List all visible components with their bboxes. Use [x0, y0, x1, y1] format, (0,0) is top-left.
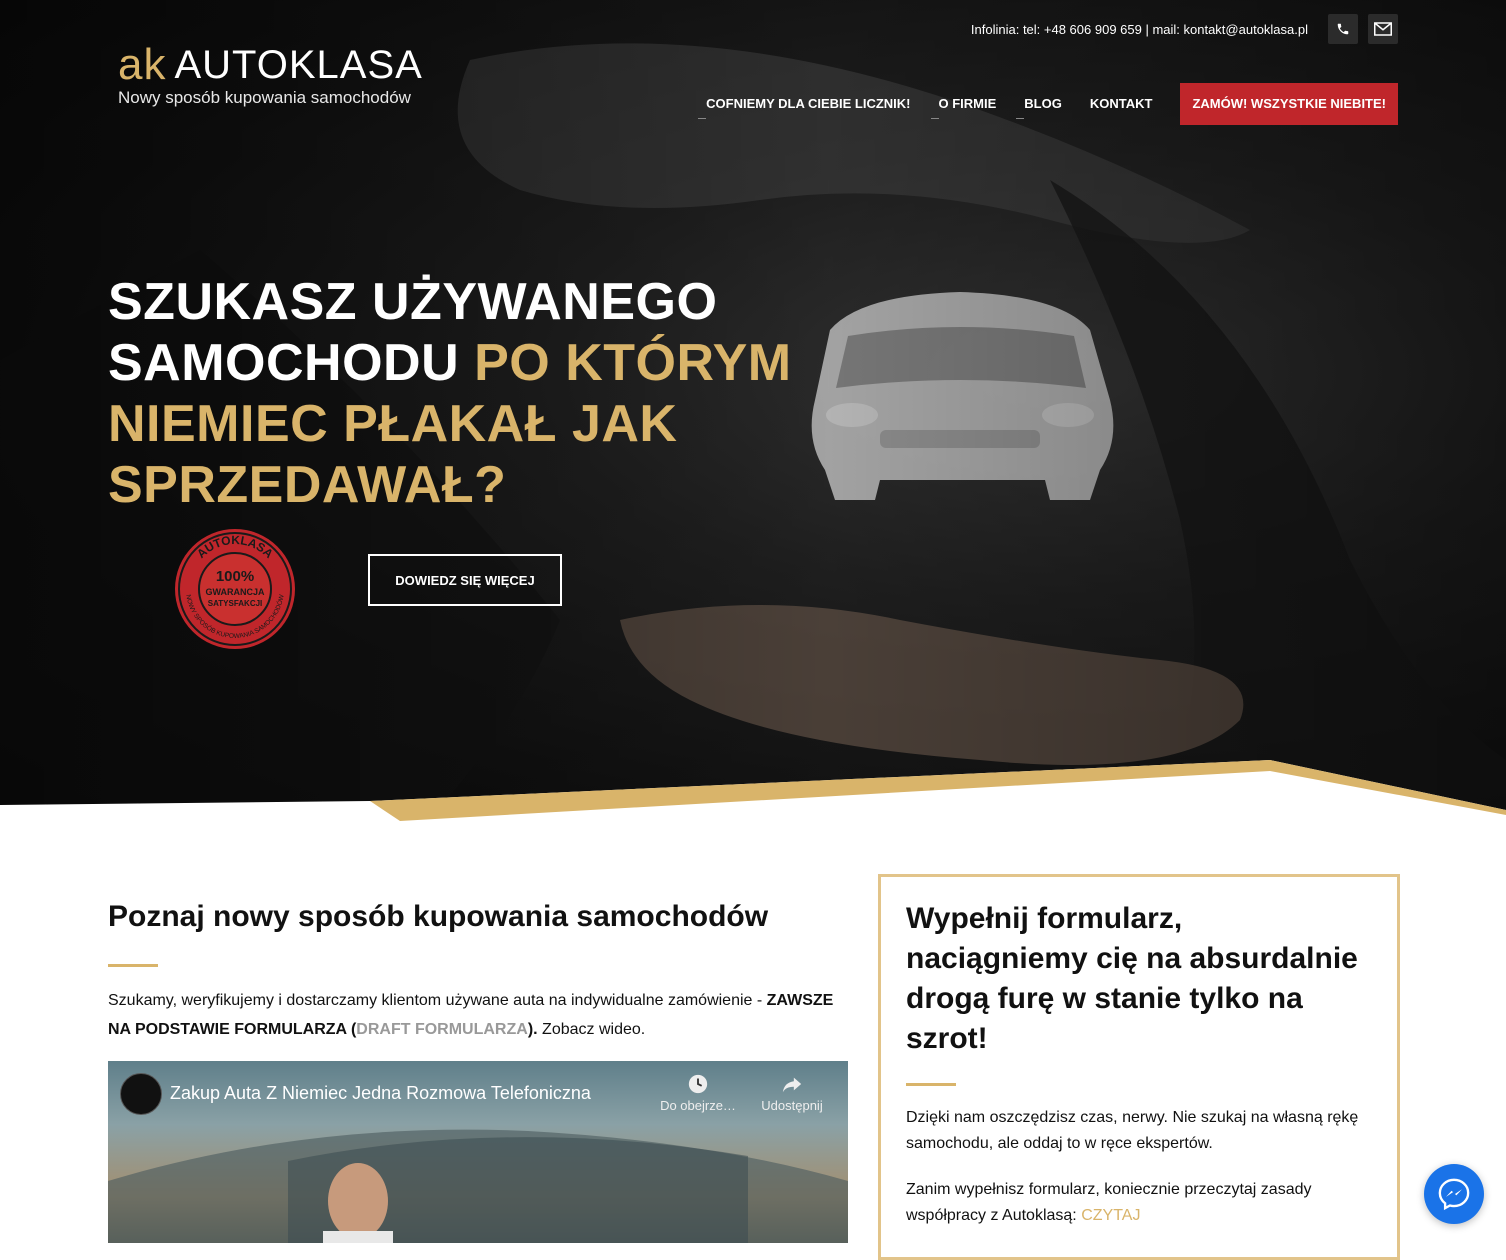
- messenger-chat-button[interactable]: [1424, 1164, 1484, 1224]
- topbar: Infolinia: tel: +48 606 909 659 | mail: …: [971, 14, 1398, 44]
- logo-mark: ak: [118, 40, 167, 89]
- nav-item-o-firmie[interactable]: O FIRMIE: [925, 83, 1011, 125]
- form-promo-title: Wypełnij formularz, naciągniemy cię na a…: [906, 902, 1358, 1055]
- read-rules-link[interactable]: CZYTAJ: [1081, 1207, 1140, 1224]
- nav-item-licznik[interactable]: COFNIEMY DLA CIEBIE LICZNIK!: [692, 83, 924, 125]
- nav-order-button[interactable]: ZAMÓW! WSZYSTKIE NIEBITE!: [1180, 83, 1398, 125]
- channel-avatar[interactable]: [120, 1073, 162, 1115]
- topbar-contact-info: Infolinia: tel: +48 606 909 659 | mail: …: [970, 21, 1308, 37]
- nav-item-kontakt[interactable]: KONTAKT: [1076, 83, 1167, 125]
- submenu-indicator: [930, 118, 939, 119]
- site-logo[interactable]: ak AUTOKLASA Nowy sposób kupowania samoc…: [118, 40, 423, 108]
- nav-label: COFNIEMY DLA CIEBIE LICZNIK!: [706, 96, 911, 111]
- clock-icon: [688, 1074, 708, 1094]
- nav-label: O FIRMIE: [938, 96, 997, 111]
- youtube-video-embed[interactable]: Zakup Auta Z Niemiec Jedna Rozmowa Telef…: [108, 1061, 848, 1243]
- stamp-percent: 100%: [216, 568, 254, 585]
- form-promo-box: Wypełnij formularz, naciągniemy cię na a…: [878, 874, 1400, 1260]
- intro-text-end: Zobacz wideo.: [537, 1021, 646, 1038]
- submenu-indicator: [698, 118, 707, 119]
- learn-more-button[interactable]: DOWIEDZ SIĘ WIĘCEJ: [368, 554, 562, 606]
- share-label: Udostępnij: [761, 1098, 823, 1113]
- gold-divider: [906, 1083, 956, 1086]
- phone-icon[interactable]: [1328, 14, 1358, 44]
- submenu-indicator: [1016, 118, 1025, 119]
- mail-icon[interactable]: [1368, 14, 1398, 44]
- nav-item-blog[interactable]: BLOG: [1010, 83, 1076, 125]
- stamp-line-1: GWARANCJA: [205, 587, 265, 597]
- messenger-icon: [1438, 1178, 1470, 1211]
- hero-section: Infolinia: tel: +48 606 909 659 | mail: …: [0, 0, 1506, 830]
- intro-title: Poznaj nowy sposób kupowania samochodów: [108, 900, 769, 933]
- guarantee-stamp-icon: AUTOKLASA NOWY SPOSÓB KUPOWANIA SAMOCHOD…: [175, 529, 295, 649]
- stamp-line-2: SATYSFAKCJI: [208, 599, 263, 608]
- logo-tagline: Nowy sposób kupowania samochodów: [118, 88, 411, 107]
- watch-later-button[interactable]: Do obejrze…: [658, 1073, 738, 1113]
- watch-later-label: Do obejrze…: [660, 1098, 736, 1113]
- draft-form-link[interactable]: DRAFT FORMULARZA: [356, 1021, 528, 1038]
- gold-divider: [108, 964, 158, 967]
- intro-bold-end: ).: [527, 1021, 538, 1038]
- hero-headline: SZUKASZ UŻYWANEGO SAMOCHODU PO KTÓRYM NI…: [108, 272, 868, 516]
- share-icon: [782, 1077, 802, 1093]
- intro-description: Szukamy, weryfikujemy i dostarczamy klie…: [108, 986, 848, 1044]
- share-button[interactable]: Udostępnij: [752, 1073, 832, 1113]
- nav-label: BLOG: [1024, 96, 1062, 111]
- intro-text: Szukamy, weryfikujemy i dostarczamy klie…: [108, 992, 767, 1009]
- main-nav: COFNIEMY DLA CIEBIE LICZNIK! O FIRMIE BL…: [692, 83, 1398, 125]
- hero-wave-divider: [0, 760, 1506, 830]
- video-title[interactable]: Zakup Auta Z Niemiec Jedna Rozmowa Telef…: [170, 1083, 591, 1104]
- form-promo-text: Dzięki nam oszczędzisz czas, nerwy. Nie …: [906, 1109, 1359, 1152]
- nav-label: KONTAKT: [1089, 96, 1153, 111]
- logo-name: AUTOKLASA: [174, 42, 423, 87]
- intro-section: Poznaj nowy sposób kupowania samochodów …: [108, 900, 848, 1038]
- form-promo-rules: Zanim wypełnisz formularz, koniecznie pr…: [906, 1177, 1376, 1229]
